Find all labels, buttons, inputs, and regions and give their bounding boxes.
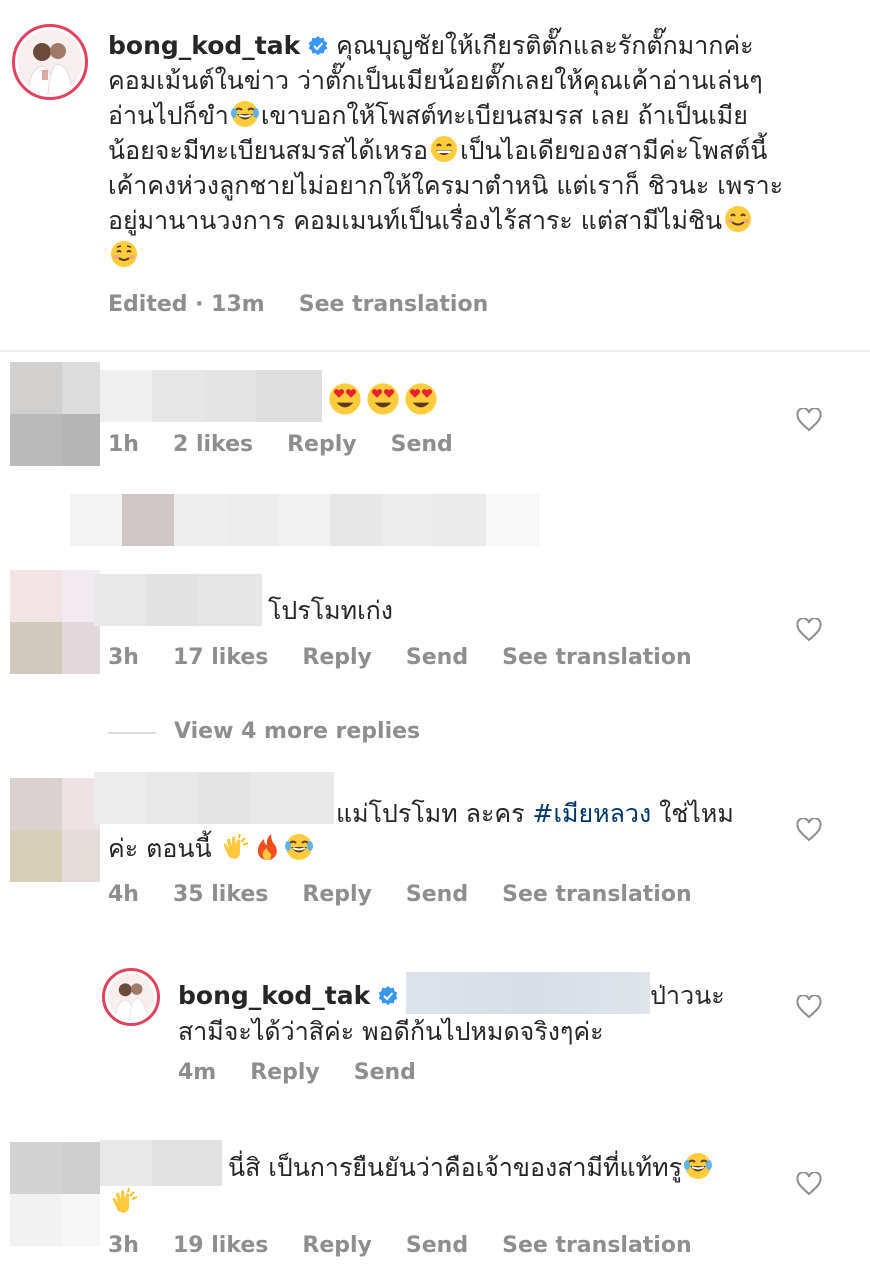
comment-3-meta: 4h 35 likes Reply Send See translation bbox=[108, 882, 726, 907]
reply-author-username[interactable]: bong_kod_tak bbox=[178, 981, 370, 1010]
heart-outline-icon[interactable] bbox=[796, 818, 822, 842]
grinning-face-emoji bbox=[430, 135, 459, 163]
reply-button[interactable]: Reply bbox=[302, 1233, 372, 1258]
post-comment-line-4: น้อยจะมีทะเบียนสมรสได้เหรอ bbox=[108, 136, 429, 165]
avatar-photo bbox=[108, 974, 154, 1020]
send-button[interactable]: Send bbox=[406, 645, 468, 670]
comment-3-line-1: แม่โปรโมท ละคร bbox=[336, 799, 533, 828]
replies-line bbox=[108, 732, 156, 734]
likes-count[interactable]: 2 likes bbox=[173, 432, 253, 457]
hashtag-link[interactable]: #เมียหลวง bbox=[533, 799, 652, 828]
fire-emoji bbox=[258, 834, 278, 860]
see-translation-link[interactable]: See translation bbox=[502, 882, 692, 907]
smiling-face-emoji bbox=[724, 205, 753, 233]
reply-button[interactable]: Reply bbox=[287, 432, 357, 457]
heart-outline-icon[interactable] bbox=[796, 408, 822, 432]
comment-time: 3h bbox=[108, 1233, 139, 1258]
comment-3-line-1b: ใช่ไหม bbox=[651, 799, 734, 828]
clapping-hands-emoji bbox=[223, 833, 250, 860]
face-with-tears-of-joy-emoji bbox=[284, 833, 315, 861]
verified-badge-icon bbox=[308, 36, 328, 56]
reply-meta: 4m Reply Send bbox=[178, 1060, 450, 1085]
divider bbox=[0, 350, 870, 352]
comment-1-meta: 1h 2 likes Reply Send bbox=[108, 432, 487, 457]
reply-line-2: สามีจะได้ว่าสิค่ะ พอดีก้นไปหมดจริงๆค่ะ bbox=[178, 1017, 604, 1046]
view-more-replies-button[interactable]: View 4 more replies bbox=[174, 719, 420, 744]
post-comment-meta: Edited · 13m See translation bbox=[108, 292, 522, 317]
reply-author-avatar[interactable] bbox=[102, 968, 160, 1026]
reply-button[interactable]: Reply bbox=[302, 645, 372, 670]
see-translation-link[interactable]: See translation bbox=[299, 292, 489, 317]
likes-count[interactable]: 19 likes bbox=[173, 1233, 268, 1258]
post-comment-line-5: เค้าคงห่วงลูกชายไม่อยากให้ใครมาตำหนิ แต่… bbox=[108, 171, 784, 200]
comment-1-emojis bbox=[326, 381, 440, 421]
face-with-tears-of-joy-emoji bbox=[683, 1152, 713, 1180]
heart-eyes-emoji bbox=[405, 383, 437, 415]
comment-4-text: นี่สิ เป็นการยืนยันว่าคือเจ้าของสามีที่แ… bbox=[108, 1150, 788, 1220]
comment-time: 3h bbox=[108, 645, 139, 670]
mentioned-username-blurred[interactable] bbox=[406, 972, 651, 1014]
heart-outline-icon[interactable] bbox=[796, 995, 822, 1019]
heart-outline-icon[interactable] bbox=[796, 618, 822, 642]
comment-2-meta: 3h 17 likes Reply Send See translation bbox=[108, 645, 726, 670]
face-with-tears-of-joy-emoji bbox=[229, 100, 260, 128]
heart-outline-icon[interactable] bbox=[796, 1172, 822, 1196]
see-translation-link[interactable]: See translation bbox=[502, 645, 692, 670]
likes-count[interactable]: 35 likes bbox=[173, 882, 268, 907]
heart-eyes-emoji bbox=[329, 383, 361, 415]
comment-4-meta: 3h 19 likes Reply Send See translation bbox=[108, 1233, 726, 1258]
send-button[interactable]: Send bbox=[354, 1060, 416, 1085]
send-button[interactable]: Send bbox=[406, 882, 468, 907]
commenter-avatar-blurred[interactable] bbox=[10, 570, 100, 674]
post-comment-line-6: อยู่มานานวงการ คอมเมนท์เป็นเรื่องไร้สาระ… bbox=[108, 206, 723, 235]
smiling-face-blush-emoji bbox=[110, 240, 138, 268]
comment-time: 4h bbox=[108, 882, 139, 907]
comment-3-text: แม่โปรโมท ละคร #เมียหลวง ใช่ไหม ค่ะ ตอนน… bbox=[108, 796, 788, 866]
post-comment-line-3: อ่านไปก็ขำ bbox=[108, 101, 229, 130]
reply-line-1: ป่าวนะ bbox=[650, 981, 725, 1010]
avatar-photo bbox=[18, 30, 82, 94]
post-comment-line-1: คุณบุญชัยให้เกียรติตั๊กและรักตั๊กมากค่ะ bbox=[336, 31, 754, 60]
comment-2-text: โปรโมทเก่ง bbox=[268, 596, 393, 625]
heart-eyes-emoji bbox=[367, 383, 399, 415]
commenter-avatar-blurred[interactable] bbox=[10, 1142, 100, 1246]
reply-button[interactable]: Reply bbox=[250, 1060, 320, 1085]
reply-text: bong_kod_tak ป่าวนะ สามีจะได้ว่าสิค่ะ พอ… bbox=[178, 972, 778, 1049]
post-author-username[interactable]: bong_kod_tak bbox=[108, 31, 300, 60]
post-comment-text: bong_kod_tak คุณบุญชัยให้เกียรติตั๊กและร… bbox=[108, 28, 848, 273]
commenter-avatar-blurred[interactable] bbox=[10, 362, 100, 466]
blurred-content-strip bbox=[70, 494, 540, 546]
comment-3-line-2: ค่ะ ตอนนี้ bbox=[108, 834, 220, 863]
reply-button[interactable]: Reply bbox=[302, 882, 372, 907]
post-author-avatar[interactable] bbox=[12, 24, 88, 100]
clapping-hands-emoji bbox=[111, 1187, 138, 1214]
see-translation-link[interactable]: See translation bbox=[502, 1233, 692, 1258]
commenter-username-blurred[interactable] bbox=[100, 370, 322, 422]
verified-badge-icon bbox=[378, 986, 398, 1006]
commenter-username-blurred[interactable] bbox=[94, 574, 262, 626]
comment-4-line-1: นี่สิ เป็นการยืนยันว่าคือเจ้าของสามีที่แ… bbox=[228, 1153, 682, 1182]
post-comment-line-2: คอมเม้นต์ในข่าว ว่าตั๊กเป็นเมียน้อยตั๊กเ… bbox=[108, 66, 763, 95]
post-comment-line-4b: เป็นไอเดียของสามีค่ะโพสต์นี้ bbox=[460, 136, 768, 165]
commenter-avatar-blurred[interactable] bbox=[10, 778, 100, 882]
send-button[interactable]: Send bbox=[406, 1233, 468, 1258]
likes-count[interactable]: 17 likes bbox=[173, 645, 268, 670]
reply-time: 4m bbox=[178, 1060, 217, 1085]
comment-time: 1h bbox=[108, 432, 139, 457]
edited-timestamp: Edited · 13m bbox=[108, 292, 265, 317]
post-comment-line-3b: เขาบอกให้โพสต์ทะเบียนสมรส เลย ถ้าเป็นเมี… bbox=[260, 101, 748, 130]
send-button[interactable]: Send bbox=[391, 432, 453, 457]
